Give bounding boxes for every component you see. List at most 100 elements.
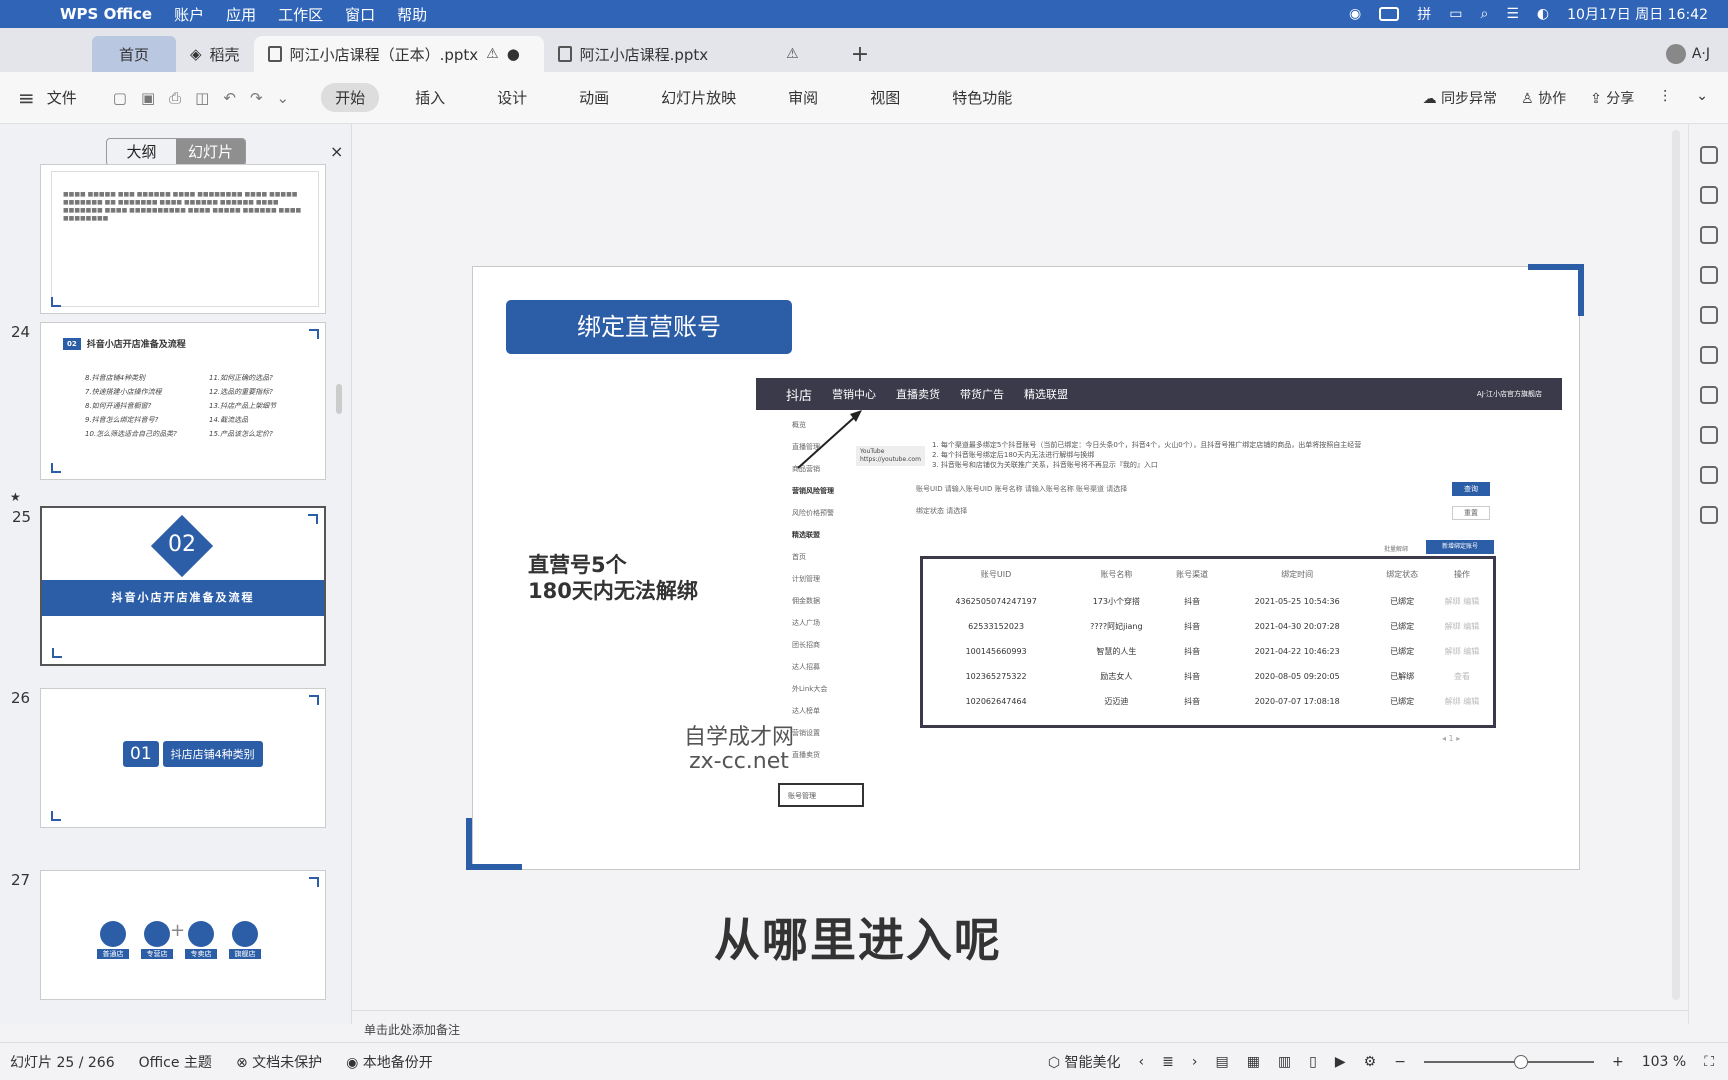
- outline-tab[interactable]: 大纲: [107, 139, 176, 165]
- slide-thumb-24[interactable]: 24 02 抖音小店开店准备及流程 8.抖音店铺4种类别 7.快速搭建小店操作流程…: [11, 322, 326, 480]
- file-menu[interactable]: 文件: [47, 87, 77, 108]
- tab-home[interactable]: 首页: [92, 36, 176, 72]
- tab-features[interactable]: 特色功能: [936, 83, 1028, 112]
- preview-icon[interactable]: ◫: [195, 89, 209, 107]
- app-name[interactable]: WPS Office: [60, 5, 152, 23]
- input-method-icon[interactable]: 拼: [1417, 4, 1431, 24]
- slide-note[interactable]: 直营号5个 180天内无法解绑: [528, 552, 698, 604]
- store-type-label: 专营店: [141, 949, 173, 959]
- shot-header: 抖店 营销中心 直播卖货 带货广告 精选联盟 AJ·江小店官方旗舰店: [756, 378, 1562, 410]
- tab-active-doc[interactable]: 阿江小店课程（正本）.pptx ⚠ ●: [253, 36, 544, 72]
- zoom-thumb[interactable]: [1513, 1054, 1528, 1069]
- table-cell: 已绑定: [1390, 597, 1415, 606]
- zoom-in-button[interactable]: +: [1612, 1054, 1624, 1070]
- slide-number: 24: [11, 323, 31, 341]
- print-icon[interactable]: ⎙: [169, 89, 181, 107]
- open-icon[interactable]: ▢: [113, 89, 127, 107]
- panel-scrollbar[interactable]: [336, 384, 342, 414]
- siri-icon[interactable]: ◐: [1537, 6, 1549, 22]
- undo-icon[interactable]: ↶: [223, 89, 236, 107]
- reading-view-icon[interactable]: ▥: [1278, 1054, 1291, 1070]
- thumb-corner: [51, 811, 61, 821]
- user-avatar[interactable]: A·J: [1665, 44, 1710, 64]
- record-icon[interactable]: ◉: [1349, 6, 1361, 22]
- zoom-out-button[interactable]: −: [1394, 1054, 1406, 1070]
- menu-workspace[interactable]: 工作区: [278, 4, 323, 25]
- shot-nav-item: 首页: [792, 553, 806, 561]
- rail-tool-icon[interactable]: [1699, 146, 1718, 164]
- sync-status-button[interactable]: ☁ 同步异常: [1423, 88, 1497, 108]
- menu-window[interactable]: 窗口: [345, 4, 375, 25]
- shop-icon: [188, 921, 214, 947]
- tab-animation[interactable]: 动画: [563, 83, 625, 112]
- book-view-icon[interactable]: ▯: [1309, 1054, 1317, 1070]
- search-icon[interactable]: ⌕: [1481, 6, 1489, 22]
- protect-status[interactable]: ⊗ 文档未保护: [236, 1052, 322, 1072]
- slide-thumb-23[interactable]: ■■■■ ■■■■■ ■■■ ■■■■■■ ■■■■ ■■■■■■■■ ■■■■…: [40, 164, 326, 314]
- slides-tab[interactable]: 幻灯片: [176, 139, 245, 165]
- rail-tool-icon[interactable]: [1699, 226, 1718, 244]
- pptx-icon: [557, 46, 572, 62]
- tab-view[interactable]: 视图: [854, 83, 916, 112]
- beautify-button[interactable]: ⬡ 智能美化: [1048, 1052, 1121, 1072]
- section-band: 抖音小店开店准备及流程: [42, 580, 324, 616]
- rail-tool-icon[interactable]: [1699, 306, 1718, 324]
- prev-slide-icon[interactable]: ‹: [1139, 1054, 1145, 1070]
- slide-thumb-25[interactable]: 25 02 抖音小店开店准备及流程: [12, 506, 326, 666]
- chevron-down-icon[interactable]: ⌄: [1696, 88, 1708, 108]
- close-panel-button[interactable]: ×: [330, 142, 343, 161]
- tab-start[interactable]: 开始: [321, 83, 380, 112]
- tab-other-doc[interactable]: 阿江小店课程.pptx ⚠ +: [544, 36, 884, 72]
- slide-thumb-26[interactable]: 26 01 抖店店铺4种类别: [11, 688, 326, 828]
- rail-tool-icon[interactable]: [1699, 186, 1718, 204]
- fit-window-icon[interactable]: ⛶: [1704, 1054, 1714, 1070]
- notes-toggle-icon[interactable]: ≣: [1162, 1054, 1174, 1070]
- menu-account[interactable]: 账户: [174, 4, 204, 25]
- warning-icon: ⚠: [486, 46, 499, 62]
- notes-area[interactable]: 单击此处添加备注: [352, 1010, 1688, 1042]
- tab-design[interactable]: 设计: [481, 83, 543, 112]
- rail-tool-icon[interactable]: [1699, 386, 1718, 404]
- table-cell: 解绑 编辑: [1444, 622, 1480, 631]
- table-header: 绑定状态: [1386, 569, 1419, 579]
- rail-tool-icon[interactable]: [1699, 266, 1718, 284]
- rail-tool-icon[interactable]: [1699, 466, 1718, 484]
- tab-docer[interactable]: ◈ 稻壳: [176, 36, 254, 72]
- rail-tool-icon[interactable]: [1699, 426, 1718, 444]
- table-cell: 解绑 编辑: [1444, 597, 1480, 606]
- share-button[interactable]: ⇪ 分享: [1590, 88, 1634, 108]
- tab-insert[interactable]: 插入: [399, 83, 461, 112]
- backup-status[interactable]: ◉ 本地备份开: [346, 1052, 433, 1072]
- menu-apps[interactable]: 应用: [226, 4, 256, 25]
- datetime[interactable]: 10月17日 周日 16:42: [1567, 4, 1708, 24]
- more-icon[interactable]: ⋮: [1658, 88, 1672, 108]
- slide-title[interactable]: 绑定直营账号: [506, 300, 792, 354]
- menu-help[interactable]: 帮助: [397, 4, 427, 25]
- new-tab-button[interactable]: +: [851, 42, 869, 67]
- next-slide-icon[interactable]: ›: [1192, 1054, 1198, 1070]
- video-icon[interactable]: ▶: [1335, 1054, 1346, 1070]
- table-cell: 迈迈迪: [1104, 697, 1129, 706]
- add-slide-button[interactable]: +: [170, 920, 185, 941]
- rail-tool-icon[interactable]: [1699, 346, 1718, 364]
- embedded-screenshot[interactable]: 抖店 营销中心 直播卖货 带货广告 精选联盟 AJ·江小店官方旗舰店 概览 直播…: [756, 378, 1562, 807]
- more-quick-icon[interactable]: ⌄: [277, 89, 290, 107]
- canvas-scrollbar[interactable]: [1672, 130, 1680, 1000]
- zoom-level[interactable]: 103 %: [1642, 1054, 1686, 1070]
- tab-review[interactable]: 审阅: [772, 83, 834, 112]
- normal-view-icon[interactable]: ▤: [1215, 1054, 1228, 1070]
- control-center-icon[interactable]: ☰: [1506, 6, 1519, 22]
- save-icon[interactable]: ▣: [141, 89, 155, 107]
- hamburger-menu-icon[interactable]: ≡: [18, 86, 35, 110]
- table-cell: 抖音: [1184, 622, 1201, 631]
- redo-icon[interactable]: ↷: [250, 89, 263, 107]
- slide-sorter-icon[interactable]: ▦: [1247, 1054, 1260, 1070]
- collab-button[interactable]: ♙ 协作: [1521, 88, 1566, 108]
- theme-name[interactable]: Office 主题: [139, 1052, 212, 1072]
- rail-tool-icon[interactable]: [1699, 506, 1718, 524]
- wps-tray-icon[interactable]: [1379, 7, 1400, 21]
- settings-icon[interactable]: ⚙: [1364, 1054, 1377, 1070]
- tab-slideshow[interactable]: 幻灯片放映: [645, 83, 752, 112]
- zoom-slider[interactable]: [1423, 1054, 1594, 1069]
- unsaved-dot-icon[interactable]: ●: [507, 45, 520, 63]
